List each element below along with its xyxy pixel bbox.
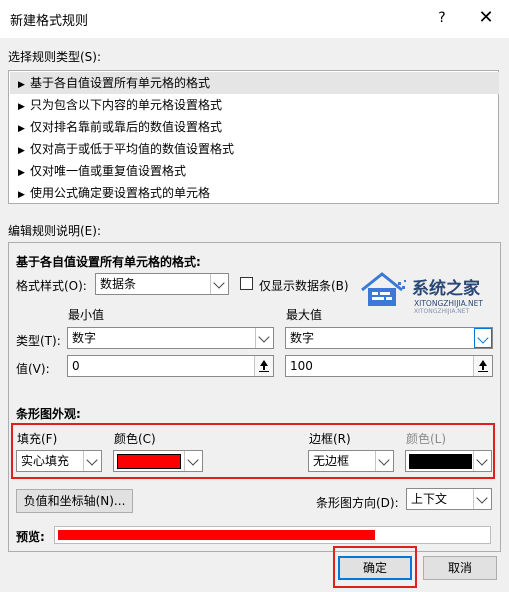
close-icon[interactable]: ✕ <box>474 6 498 30</box>
chevron-down-icon[interactable] <box>473 489 491 509</box>
bar-direction-label: 条形图方向(D): <box>316 496 399 510</box>
preview-label: 预览: <box>16 530 45 544</box>
negative-axis-button[interactable]: 负值和坐标轴(N)... <box>16 489 133 513</box>
watermark-name: 系统之家 <box>412 279 480 299</box>
rule-type-item[interactable]: ▶ 只为包含以下内容的单元格设置格式 <box>10 94 499 116</box>
border-color-swatch <box>409 454 472 469</box>
bar-direction-select[interactable]: 上下文 <box>406 488 492 510</box>
bar-appearance-label: 条形图外观: <box>16 407 81 421</box>
rule-type-item-label: 仅对排名靠前或靠后的数值设置格式 <box>30 120 223 134</box>
rule-type-item-label: 基于各自值设置所有单元格的格式 <box>30 76 211 90</box>
chevron-down-icon[interactable] <box>474 328 492 348</box>
rule-type-item-label: 仅对高于或低于平均值的数值设置格式 <box>30 142 235 156</box>
border-color-label: 颜色(L) <box>406 432 447 446</box>
rule-type-item-label: 只为包含以下内容的单元格设置格式 <box>30 98 223 112</box>
watermark-url-secondary: XITONGZHIJIA.NET <box>414 308 470 315</box>
fill-color-swatch <box>117 454 181 469</box>
edit-description-label: 编辑规则说明(E): <box>8 224 101 238</box>
rule-type-item-label: 仅对唯一值或重复值设置格式 <box>30 164 187 178</box>
window-title: 新建格式规则 <box>10 14 89 29</box>
rule-type-item[interactable]: ▶ 使用公式确定要设置格式的单元格 <box>10 182 499 204</box>
rule-type-item[interactable]: ▶ 仅对高于或低于平均值的数值设置格式 <box>10 138 499 160</box>
cancel-button[interactable]: 取消 <box>423 556 497 580</box>
ok-button[interactable]: 确定 <box>338 556 412 580</box>
watermark-logo: 系统之家 XITONGZHIJIA.NET XITONGZHIJIA.NET <box>358 266 498 320</box>
rule-type-label: 选择规则类型(S): <box>8 50 102 64</box>
min-value-input[interactable]: 0 <box>67 355 274 377</box>
triangle-right-icon: ▶ <box>18 168 25 178</box>
max-type-select[interactable]: 数字 <box>285 327 493 349</box>
rule-type-item[interactable]: ▶ 基于各自值设置所有单元格的格式 <box>10 72 499 94</box>
help-icon[interactable]: ? <box>430 6 454 30</box>
border-color-picker[interactable] <box>405 450 492 472</box>
min-label: 最小值 <box>68 308 105 322</box>
chevron-down-icon[interactable] <box>375 451 393 471</box>
select-range-icon[interactable] <box>473 356 492 376</box>
min-value: 0 <box>72 359 80 373</box>
min-type-value: 数字 <box>72 331 97 345</box>
fill-type-select[interactable]: 实心填充 <box>16 450 102 472</box>
value-label: 值(V): <box>16 362 50 376</box>
show-bar-only-checkbox[interactable] <box>240 277 253 290</box>
border-label: 边框(R) <box>309 432 351 446</box>
border-type-value: 无边框 <box>313 454 350 468</box>
rule-type-list[interactable]: ▶ 基于各自值设置所有单元格的格式 ▶ 只为包含以下内容的单元格设置格式 ▶ 仅对排名… <box>8 70 499 204</box>
triangle-right-icon: ▶ <box>18 102 25 112</box>
rule-type-item-label: 使用公式确定要设置格式的单元格 <box>30 186 211 200</box>
fill-type-value: 实心填充 <box>21 454 70 468</box>
watermark-url: XITONGZHIJIA.NET <box>414 299 483 308</box>
fill-label: 填充(F) <box>17 432 58 446</box>
chevron-down-icon[interactable] <box>255 328 273 348</box>
max-value: 100 <box>290 359 313 373</box>
chevron-down-icon[interactable] <box>473 451 491 471</box>
chevron-down-icon[interactable] <box>184 451 202 471</box>
show-bar-only-label: 仅显示数据条(B) <box>259 279 349 293</box>
triangle-right-icon: ▶ <box>18 146 25 156</box>
triangle-right-icon: ▶ <box>18 80 25 90</box>
rule-type-item[interactable]: ▶ 仅对唯一值或重复值设置格式 <box>10 160 499 182</box>
max-type-value: 数字 <box>290 331 315 345</box>
border-type-select[interactable]: 无边框 <box>308 450 394 472</box>
type-label: 类型(T): <box>16 334 61 348</box>
house-logo-icon <box>361 272 406 306</box>
format-style-select[interactable]: 数据条 <box>95 273 229 295</box>
rule-heading: 基于各自值设置所有单元格的格式: <box>16 255 201 269</box>
select-range-icon[interactable] <box>254 356 273 376</box>
rule-type-item[interactable]: ▶ 仅对排名靠前或靠后的数值设置格式 <box>10 116 499 138</box>
bar-direction-value: 上下文 <box>411 492 448 506</box>
min-type-select[interactable]: 数字 <box>67 327 274 349</box>
format-style-value: 数据条 <box>100 277 137 291</box>
max-label: 最大值 <box>286 308 323 322</box>
triangle-right-icon: ▶ <box>18 190 25 200</box>
preview-bar <box>58 530 375 540</box>
chevron-down-icon[interactable] <box>83 451 101 471</box>
max-value-input[interactable]: 100 <box>285 355 493 377</box>
triangle-right-icon: ▶ <box>18 124 25 134</box>
fill-color-label: 颜色(C) <box>114 432 156 446</box>
format-style-label: 格式样式(O): <box>16 279 87 293</box>
fill-color-picker[interactable] <box>113 450 203 472</box>
chevron-down-icon[interactable] <box>210 274 228 294</box>
